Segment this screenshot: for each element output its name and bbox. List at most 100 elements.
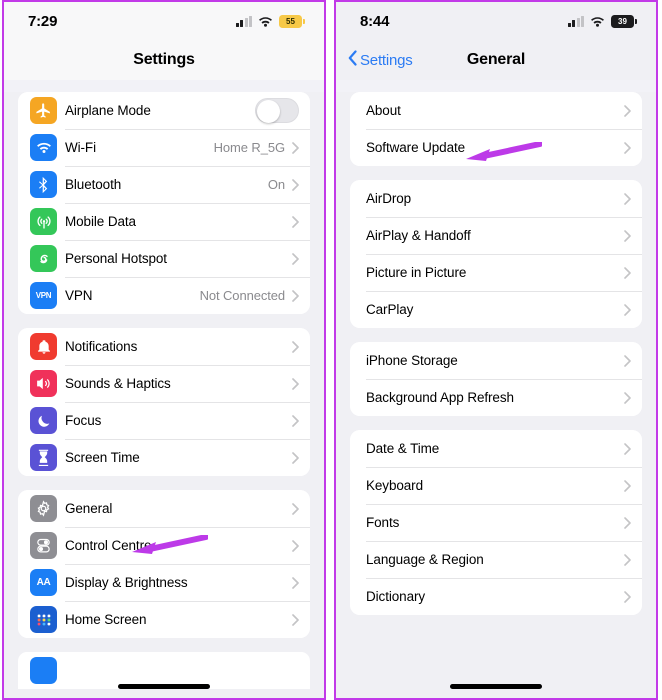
settings-row-label: Focus: [65, 413, 102, 428]
settings-row-wifi[interactable]: Wi-Fi Home R_5G: [18, 129, 310, 166]
control-centre-icon: [30, 532, 57, 559]
chevron-right-icon: [292, 539, 299, 552]
page-title: General: [466, 51, 526, 68]
settings-row-personal-hotspot[interactable]: Personal Hotspot: [18, 240, 310, 277]
settings-row-display-brightness[interactable]: AA Display & Brightness: [18, 564, 310, 601]
chevron-right-icon: [292, 178, 299, 191]
chevron-right-icon: [624, 479, 631, 492]
chevron-right-icon: [292, 340, 299, 353]
settings-row-label: Personal Hotspot: [65, 251, 167, 266]
settings-row-label: iPhone Storage: [366, 353, 458, 368]
chevron-right-icon: [624, 391, 631, 404]
status-indicators: 55: [235, 14, 305, 28]
settings-row-airplay-handoff[interactable]: AirPlay & Handoff: [350, 217, 642, 254]
home-screen-icon: [30, 606, 57, 633]
left-phone-screenshot: 7:29 55 Settings Airplane Mode Wi-Fi Hom…: [2, 0, 326, 700]
settings-row-label: Screen Time: [65, 450, 140, 465]
general-group-sharing: AirDrop AirPlay & Handoff Picture in Pic…: [350, 180, 642, 328]
settings-row-label: VPN: [65, 288, 93, 303]
chevron-right-icon: [624, 192, 631, 205]
settings-row-label: Fonts: [366, 515, 400, 530]
gear-icon: [30, 495, 57, 522]
settings-row-vpn[interactable]: VPN VPN Not Connected: [18, 277, 310, 314]
settings-row-label: Date & Time: [366, 441, 440, 456]
chevron-right-icon: [624, 590, 631, 603]
cellular-bars-icon: [235, 15, 252, 27]
settings-row-notifications[interactable]: Notifications: [18, 328, 310, 365]
settings-row-background-app-refresh[interactable]: Background App Refresh: [350, 379, 642, 416]
settings-row-control-centre[interactable]: Control Centre: [18, 527, 310, 564]
settings-row-keyboard[interactable]: Keyboard: [350, 467, 642, 504]
chevron-right-icon: [624, 442, 631, 455]
status-time: 8:44: [360, 12, 390, 30]
moon-icon: [30, 407, 57, 434]
chevron-right-icon: [292, 576, 299, 589]
settings-row-label: Dictionary: [366, 589, 426, 604]
settings-row-label: CarPlay: [366, 302, 414, 317]
settings-row-value: Not Connected: [199, 288, 286, 303]
settings-row-home-screen[interactable]: Home Screen: [18, 601, 310, 638]
general-settings-list[interactable]: About Software Update AirDrop AirPlay & …: [336, 92, 656, 698]
left-settings-list[interactable]: Airplane Mode Wi-Fi Home R_5G Bluetooth: [4, 92, 324, 698]
settings-row-label: General: [65, 501, 113, 516]
settings-row-screen-time[interactable]: Screen Time: [18, 439, 310, 476]
vpn-icon: VPN: [30, 282, 57, 309]
chevron-right-icon: [624, 354, 631, 367]
settings-row-sounds-haptics[interactable]: Sounds & Haptics: [18, 365, 310, 402]
settings-row-software-update[interactable]: Software Update: [350, 129, 642, 166]
settings-group-connectivity: Airplane Mode Wi-Fi Home R_5G Bluetooth: [18, 92, 310, 314]
settings-row-label: AirDrop: [366, 191, 412, 206]
chevron-right-icon: [292, 215, 299, 228]
settings-row-iphone-storage[interactable]: iPhone Storage: [350, 342, 642, 379]
cellular-tower-icon: [30, 208, 57, 235]
battery-icon: 39: [611, 14, 637, 28]
settings-row-airdrop[interactable]: AirDrop: [350, 180, 642, 217]
chevron-right-icon: [292, 451, 299, 464]
chevron-right-icon: [624, 266, 631, 279]
chevron-right-icon: [292, 414, 299, 427]
cellular-bars-icon: [567, 15, 584, 27]
settings-row-fonts[interactable]: Fonts: [350, 504, 642, 541]
airplane-mode-toggle[interactable]: [255, 98, 299, 123]
settings-row-language-region[interactable]: Language & Region: [350, 541, 642, 578]
settings-row-picture-in-picture[interactable]: Picture in Picture: [350, 254, 642, 291]
left-status-bar: 7:29 55: [4, 2, 324, 40]
back-button[interactable]: Settings: [348, 50, 413, 70]
status-time: 7:29: [28, 12, 58, 30]
settings-row-carplay[interactable]: CarPlay: [350, 291, 642, 328]
back-button-label: Settings: [360, 51, 413, 69]
home-indicator: [118, 684, 210, 689]
chevron-right-icon: [292, 502, 299, 515]
left-nav-bar: Settings: [4, 40, 324, 80]
hourglass-icon: [30, 444, 57, 471]
settings-row-label: About: [366, 103, 401, 118]
settings-row-mobile-data[interactable]: Mobile Data: [18, 203, 310, 240]
status-indicators: 39: [567, 14, 637, 28]
page-title: Settings: [133, 51, 195, 68]
settings-row-airplane-mode[interactable]: Airplane Mode: [18, 92, 310, 129]
wifi-icon: [258, 16, 273, 27]
settings-group-general: General Control Centre AA Display & Brig…: [18, 490, 310, 638]
chevron-right-icon: [624, 553, 631, 566]
toggle-knob: [257, 100, 280, 123]
settings-row-general[interactable]: General: [18, 490, 310, 527]
settings-row-bluetooth[interactable]: Bluetooth On: [18, 166, 310, 203]
chevron-left-icon: [348, 50, 357, 70]
settings-row-label: Airplane Mode: [65, 103, 151, 118]
screenshot-canvas: 7:29 55 Settings Airplane Mode Wi-Fi Hom…: [0, 0, 662, 700]
settings-row-label: Picture in Picture: [366, 265, 467, 280]
settings-row-about[interactable]: About: [350, 92, 642, 129]
wifi-icon: [590, 16, 605, 27]
settings-row-label: Display & Brightness: [65, 575, 188, 590]
settings-row-date-time[interactable]: Date & Time: [350, 430, 642, 467]
settings-row-focus[interactable]: Focus: [18, 402, 310, 439]
settings-row-label: AirPlay & Handoff: [366, 228, 471, 243]
chevron-right-icon: [292, 141, 299, 154]
settings-row-label: Language & Region: [366, 552, 484, 567]
chevron-right-icon: [292, 613, 299, 626]
wifi-icon: [30, 134, 57, 161]
settings-row-label: Keyboard: [366, 478, 423, 493]
chevron-right-icon: [292, 377, 299, 390]
general-group-device-info: About Software Update: [350, 92, 642, 166]
settings-row-dictionary[interactable]: Dictionary: [350, 578, 642, 615]
